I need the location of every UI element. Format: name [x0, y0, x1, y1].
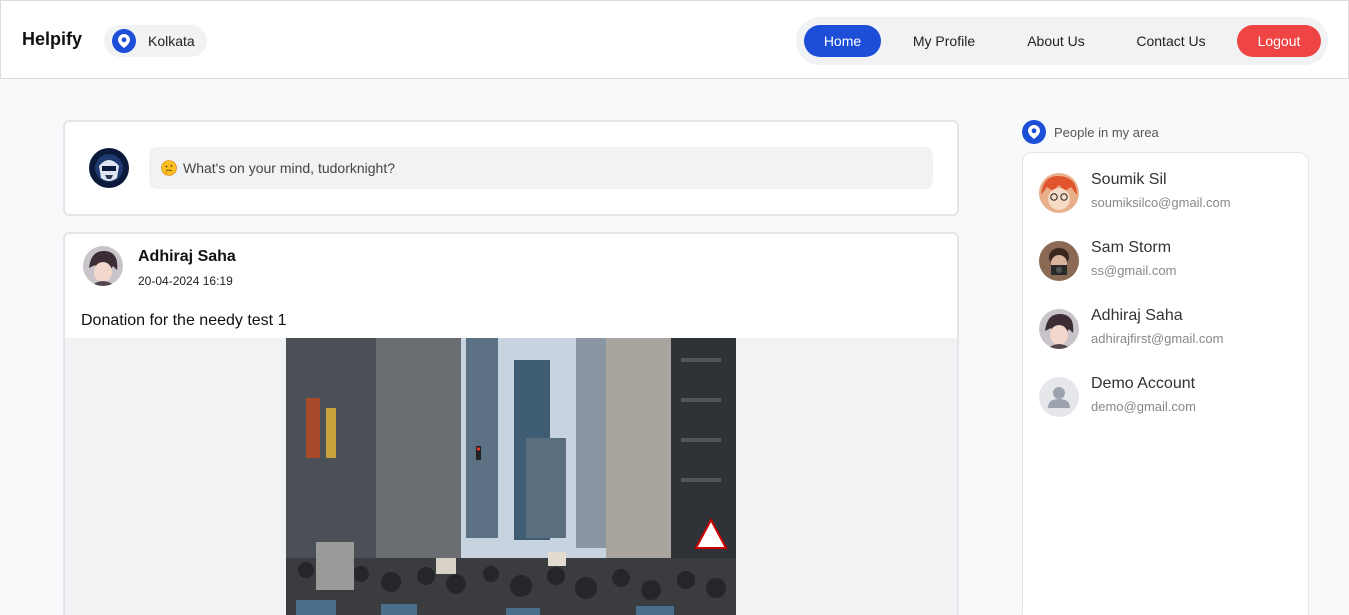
person-item[interactable]: Sam Storm ss@gmail.com [1039, 239, 1299, 283]
nav-contact-us-link[interactable]: Contact Us [1124, 25, 1218, 57]
person-avatar [1039, 241, 1079, 281]
person-avatar [1039, 173, 1079, 213]
whats-on-your-mind-input[interactable]: What's on your mind, tudorknight? [149, 147, 933, 189]
post-author-avatar[interactable] [83, 246, 123, 286]
feed-post: Adhiraj Saha 20-04-2024 16:19 Donation f… [63, 232, 959, 615]
person-email: soumiksilco@gmail.com [1091, 195, 1231, 210]
brand-logo[interactable]: Helpify [22, 29, 82, 50]
person-name: Demo Account [1091, 375, 1196, 392]
nav-my-profile-link[interactable]: My Profile [900, 25, 988, 57]
composer-placeholder: What's on your mind, tudorknight? [183, 160, 396, 176]
post-media-container [65, 338, 957, 615]
logout-button[interactable]: Logout [1237, 25, 1321, 57]
nav-home-button[interactable]: Home [804, 25, 881, 57]
person-email: demo@gmail.com [1091, 399, 1196, 414]
people-nearby-list: Soumik Sil soumiksilco@gmail.com Sam Sto… [1022, 152, 1309, 615]
main-nav: Home My Profile About Us Contact Us Logo… [796, 17, 1328, 65]
current-user-avatar[interactable] [89, 148, 129, 188]
person-item[interactable]: Adhiraj Saha adhirajfirst@gmail.com [1039, 307, 1299, 351]
top-header: Helpify Kolkata Home My Profile About Us… [0, 0, 1349, 79]
person-name: Sam Storm [1091, 239, 1172, 256]
person-item[interactable]: Demo Account demo@gmail.com [1039, 375, 1299, 419]
location-label: Kolkata [148, 33, 195, 49]
person-email: ss@gmail.com [1091, 263, 1177, 278]
location-pin-icon [112, 29, 136, 53]
location-chip[interactable]: Kolkata [104, 25, 207, 57]
person-item[interactable]: Soumik Sil soumiksilco@gmail.com [1039, 171, 1299, 215]
person-name: Soumik Sil [1091, 171, 1167, 188]
default-user-avatar-icon [1039, 377, 1079, 417]
post-timestamp: 20-04-2024 16:19 [138, 274, 233, 288]
people-nearby-header: People in my area [1022, 120, 1159, 144]
post-composer: What's on your mind, tudorknight? [63, 120, 959, 216]
post-body-text: Donation for the needy test 1 [81, 312, 287, 329]
person-email: adhirajfirst@gmail.com [1091, 331, 1224, 346]
person-avatar [1039, 309, 1079, 349]
thinking-face-icon [161, 160, 177, 176]
post-author-name[interactable]: Adhiraj Saha [138, 248, 236, 266]
person-name: Adhiraj Saha [1091, 307, 1183, 324]
location-pin-icon [1022, 120, 1046, 144]
people-nearby-title: People in my area [1054, 124, 1159, 140]
nav-about-us-link[interactable]: About Us [1014, 25, 1098, 57]
post-photo-city-protest[interactable] [286, 338, 736, 615]
